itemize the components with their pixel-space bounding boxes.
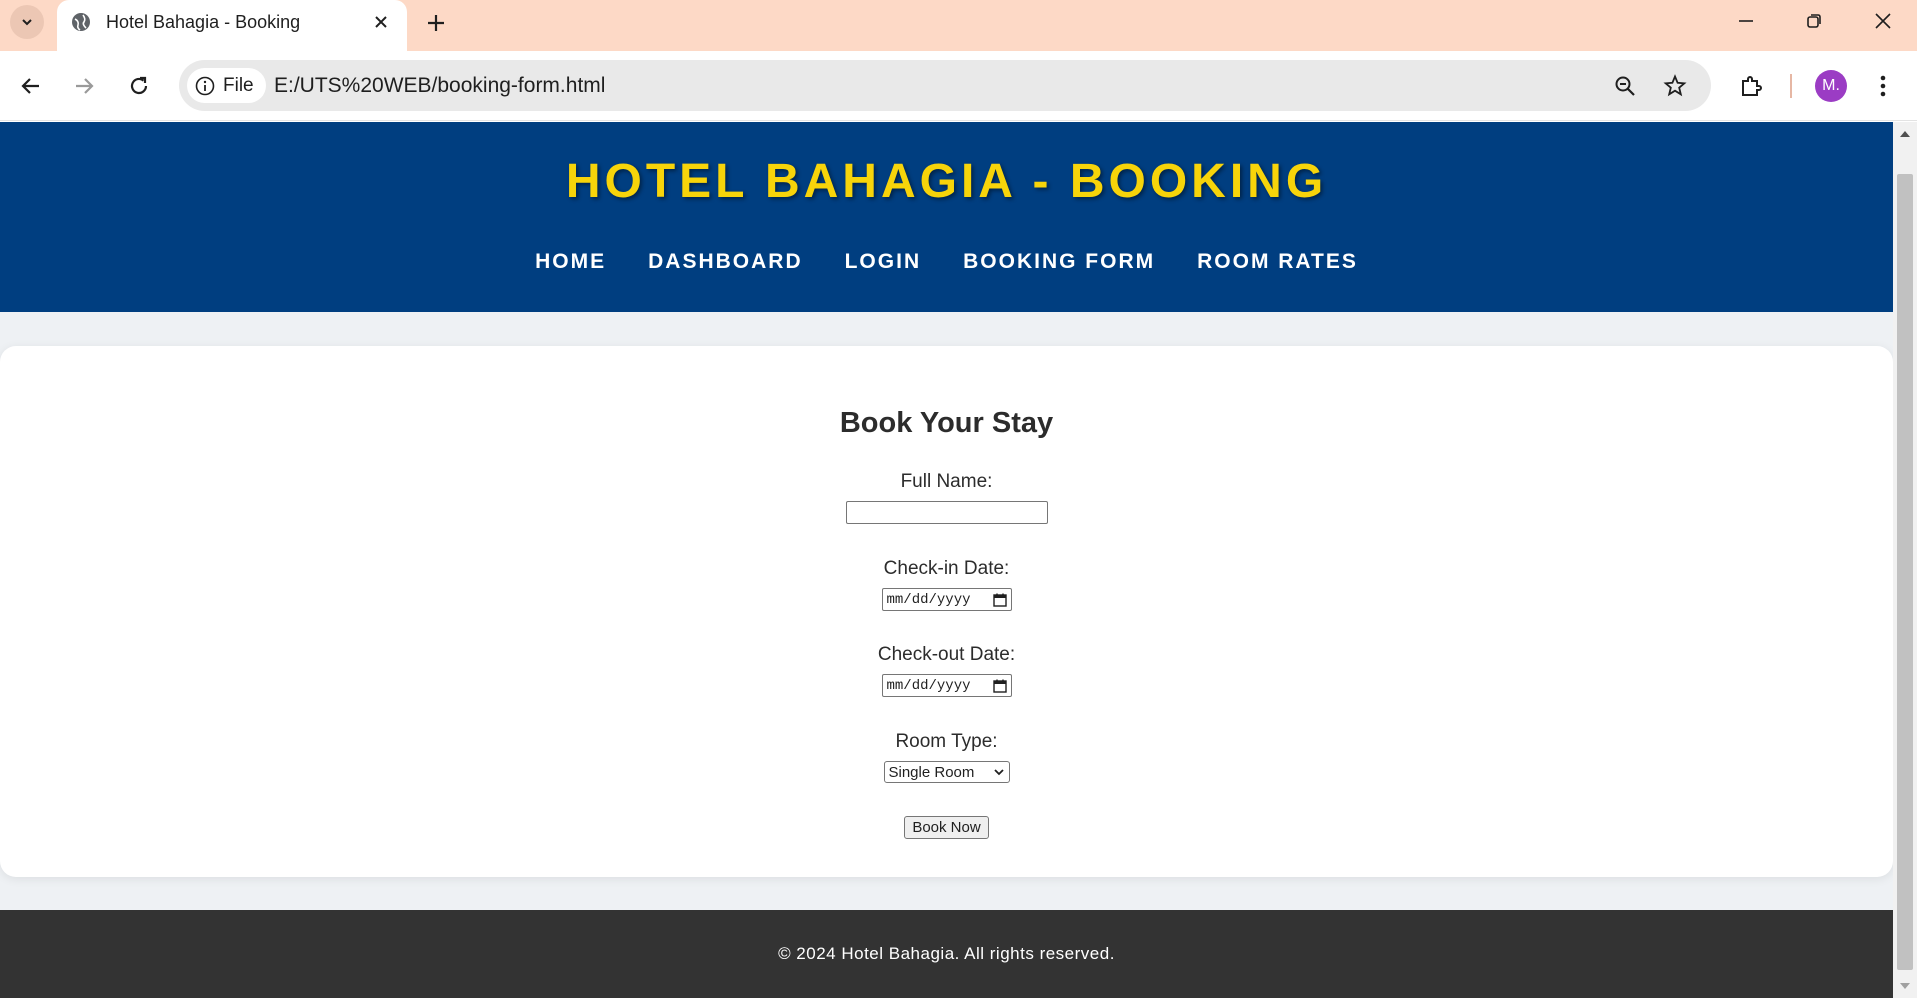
checkout-date-input[interactable]: mm/dd/yyyy	[881, 674, 1012, 697]
profile-avatar[interactable]: M.	[1815, 70, 1847, 102]
extensions-button[interactable]	[1733, 68, 1769, 104]
submit-row: Book Now	[0, 816, 1893, 839]
tab-title: Hotel Bahagia - Booking	[106, 12, 301, 32]
puzzle-icon	[1742, 76, 1762, 96]
tab-close-icon[interactable]	[369, 10, 393, 34]
room-type-select[interactable]: Single Room	[883, 761, 1010, 783]
arrow-left-icon	[21, 78, 39, 94]
arrow-right-icon	[76, 78, 94, 94]
reload-button[interactable]	[121, 68, 157, 104]
chevron-down-icon	[22, 19, 32, 26]
site-title: HOTEL BAHAGIA - BOOKING	[565, 155, 1328, 208]
room-type-selected: Single Room	[888, 763, 975, 781]
footer-copyright: © 2024 Hotel Bahagia. All rights reserve…	[778, 944, 1115, 963]
checkout-label: Check-out Date:	[877, 644, 1016, 665]
close-window-button[interactable]	[1849, 0, 1917, 42]
booking-card: Book Your Stay Full Name: Check-in Date:…	[0, 346, 1893, 877]
room-type-label: Room Type:	[895, 731, 998, 752]
checkin-label: Check-in Date:	[883, 558, 1010, 579]
form-title: Book Your Stay	[839, 407, 1054, 439]
page-scrollbar[interactable]	[1893, 122, 1917, 998]
tab-search-button[interactable]	[10, 5, 44, 39]
room-type-field: Room Type: Single Room	[0, 731, 1893, 783]
checkin-field: Check-in Date: mm/dd/yyyy	[0, 558, 1893, 611]
menu-button[interactable]	[1865, 68, 1901, 104]
page-viewport: HOTEL BAHAGIA - BOOKING HOME DASHBOARD L…	[0, 122, 1893, 998]
restore-button[interactable]	[1780, 0, 1848, 42]
checkout-date-placeholder: mm/dd/yyyy	[886, 677, 971, 694]
scroll-thumb[interactable]	[1897, 174, 1913, 970]
browser-toolbar: File E:/UTS%20WEB/booking-form.html M.	[0, 51, 1917, 121]
site-footer: © 2024 Hotel Bahagia. All rights reserve…	[0, 910, 1893, 998]
site-info-label: File	[223, 74, 254, 96]
info-icon	[195, 76, 215, 95]
browser-tab-active[interactable]: Hotel Bahagia - Booking	[57, 0, 407, 51]
minimize-button[interactable]	[1712, 0, 1780, 42]
back-button[interactable]	[13, 68, 49, 104]
nav-link-booking-form[interactable]: BOOKING FORM	[963, 250, 1155, 274]
nav-link-dashboard[interactable]: DASHBOARD	[648, 250, 803, 274]
close-icon	[1875, 13, 1891, 29]
calendar-icon	[992, 593, 1007, 607]
site-info-chip[interactable]: File	[187, 68, 266, 103]
plus-icon	[428, 15, 444, 31]
site-header: HOTEL BAHAGIA - BOOKING HOME DASHBOARD L…	[0, 122, 1893, 312]
calendar-icon	[992, 679, 1007, 693]
checkin-date-placeholder: mm/dd/yyyy	[886, 591, 971, 608]
bookmark-star-icon[interactable]	[1660, 71, 1690, 101]
checkin-date-input[interactable]: mm/dd/yyyy	[881, 588, 1012, 611]
restore-icon	[1807, 14, 1821, 28]
toolbar-divider	[1790, 74, 1792, 98]
nav-link-home[interactable]: HOME	[535, 250, 606, 274]
forward-button[interactable]	[66, 68, 102, 104]
full-name-label: Full Name:	[900, 471, 993, 492]
scroll-down-arrow-icon[interactable]	[1893, 974, 1917, 998]
nav-link-login[interactable]: LOGIN	[845, 250, 922, 274]
chevron-down-icon	[993, 769, 1004, 776]
new-tab-button[interactable]	[421, 8, 451, 38]
reload-icon	[130, 76, 148, 95]
kebab-menu-icon	[1880, 75, 1886, 97]
site-nav: HOME DASHBOARD LOGIN BOOKING FORM ROOM R…	[0, 250, 1893, 274]
browser-tabstrip: Hotel Bahagia - Booking	[0, 0, 1917, 51]
full-name-field: Full Name:	[0, 471, 1893, 524]
minimize-icon	[1739, 20, 1753, 22]
scroll-up-arrow-icon[interactable]	[1893, 122, 1917, 146]
url-text[interactable]: E:/UTS%20WEB/booking-form.html	[274, 74, 605, 98]
globe-icon	[71, 12, 91, 37]
address-bar[interactable]: File E:/UTS%20WEB/booking-form.html	[179, 60, 1711, 111]
checkout-field: Check-out Date: mm/dd/yyyy	[0, 644, 1893, 697]
zoom-icon[interactable]	[1610, 71, 1640, 101]
full-name-input[interactable]	[845, 501, 1048, 524]
book-now-button[interactable]: Book Now	[904, 816, 989, 839]
nav-link-room-rates[interactable]: ROOM RATES	[1197, 250, 1358, 274]
